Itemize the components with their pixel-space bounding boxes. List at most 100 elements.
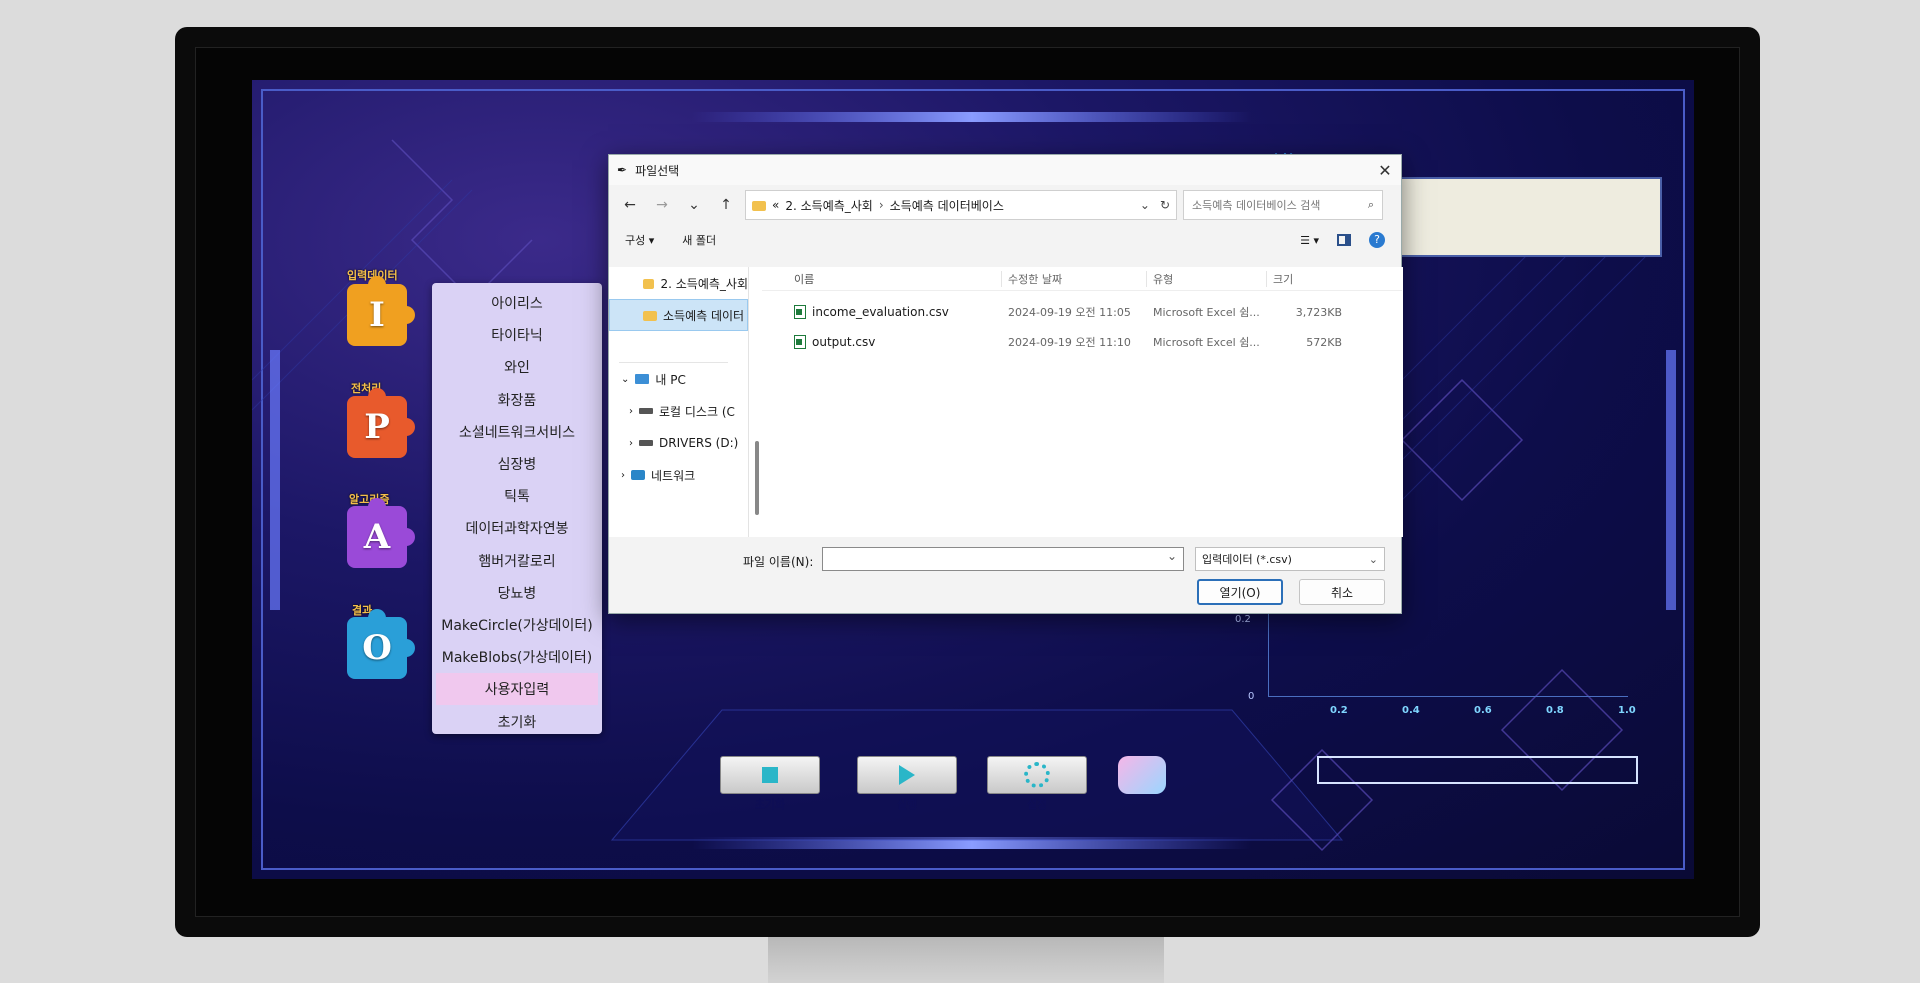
file-date: 2024-09-19 오전 11:10 bbox=[1008, 336, 1131, 349]
nav-divider bbox=[619, 331, 728, 363]
breadcrumb-separator: › bbox=[878, 198, 884, 212]
cancel-button[interactable]: 취소 bbox=[1299, 579, 1385, 605]
file-size: 572KB bbox=[1306, 335, 1342, 349]
drive-icon bbox=[639, 408, 653, 414]
play-icon bbox=[899, 765, 915, 785]
nav-item-network[interactable]: › 네트워크 bbox=[609, 459, 748, 491]
file-open-dialog: ✒ 파일선택 ✕ ← → ⌄ ↑ « 2. 소득예측_사회 › 소득예측 데이터… bbox=[608, 154, 1403, 614]
filetype-select[interactable]: 입력데이터 (*.csv) ⌄ bbox=[1195, 547, 1385, 571]
menu-item-reset[interactable]: 초기화 bbox=[436, 705, 598, 737]
csv-file-icon bbox=[794, 335, 806, 349]
nav-item-label: DRIVERS (D:) bbox=[659, 436, 739, 450]
menu-item-sns[interactable]: 소셜네트워크서비스 bbox=[436, 416, 598, 448]
refresh-icon[interactable]: ↻ bbox=[1160, 198, 1170, 212]
nav-item-label: 로컬 디스크 (C bbox=[659, 404, 735, 419]
x-tick: 0.4 bbox=[1402, 705, 1420, 716]
chevron-right-icon: › bbox=[621, 469, 625, 481]
folder-icon bbox=[643, 279, 655, 289]
menu-item-tiktok[interactable]: 틱톡 bbox=[436, 480, 598, 512]
network-icon bbox=[631, 470, 645, 480]
run-button-label: 실행 bbox=[896, 798, 918, 811]
file-row[interactable]: income_evaluation.csv 2024-09-19 오전 11:0… bbox=[762, 297, 1402, 327]
column-name[interactable]: 이름 bbox=[762, 270, 1002, 287]
reset-button[interactable] bbox=[720, 756, 820, 794]
chevron-down-icon[interactable]: ⌄ bbox=[1140, 198, 1150, 212]
nav-item-folder[interactable]: 2. 소득예측_사회 bbox=[609, 267, 748, 299]
menu-item-wine[interactable]: 와인 bbox=[436, 351, 598, 383]
file-name-cell: income_evaluation.csv bbox=[762, 305, 1002, 319]
menu-item-iris[interactable]: 아이리스 bbox=[436, 287, 598, 319]
open-button[interactable]: 열기(O) bbox=[1197, 579, 1283, 605]
stop-icon bbox=[762, 767, 778, 783]
dialog-toolbar: 구성 ▾ 새 폴더 ☰ ▾ ? bbox=[609, 225, 1401, 255]
folder-icon bbox=[752, 201, 766, 211]
y-tick: 0 bbox=[1248, 691, 1255, 702]
up-arrow-icon[interactable]: ↑ bbox=[713, 192, 739, 218]
column-size[interactable]: 크기 bbox=[1267, 271, 1342, 287]
menu-item-user-input[interactable]: 사용자입력 bbox=[436, 673, 598, 706]
mascot-puzzle-icon bbox=[1118, 756, 1166, 794]
settings-button[interactable] bbox=[987, 756, 1087, 794]
column-date[interactable]: 수정한 날짜 bbox=[1002, 270, 1147, 287]
drive-icon bbox=[639, 440, 653, 446]
nav-item-drivers[interactable]: › DRIVERS (D:) bbox=[609, 427, 748, 459]
csv-file-icon bbox=[794, 305, 806, 319]
preprocess-puzzle-icon[interactable]: P bbox=[347, 388, 415, 458]
output-puzzle-icon[interactable]: O bbox=[347, 609, 415, 679]
file-name: output.csv bbox=[812, 335, 876, 349]
breadcrumb-item[interactable]: 2. 소득예측_사회 bbox=[785, 197, 873, 214]
file-list-header: 이름 수정한 날짜 유형 크기 bbox=[762, 267, 1402, 291]
breadcrumb-item[interactable]: 소득예측 데이터베이스 bbox=[890, 197, 1004, 214]
input-data-puzzle-icon[interactable]: I bbox=[347, 276, 415, 346]
view-options-icon[interactable]: ☰ ▾ bbox=[1300, 234, 1319, 247]
monitor-stand bbox=[768, 937, 1164, 983]
nav-item-folder-selected[interactable]: 소득예측 데이터 bbox=[609, 299, 748, 331]
accuracy-display bbox=[1390, 177, 1662, 257]
chevron-right-icon: › bbox=[629, 437, 633, 449]
menu-item-heart-disease[interactable]: 심장병 bbox=[436, 448, 598, 480]
file-type: Microsoft Excel 쉼... bbox=[1153, 306, 1260, 319]
nav-item-this-pc[interactable]: ⌄ 내 PC bbox=[609, 363, 748, 395]
chevron-down-icon: ⌄ bbox=[1368, 552, 1378, 566]
settings-button-label: 설정 bbox=[1026, 798, 1048, 811]
back-arrow-icon[interactable]: ← bbox=[617, 192, 643, 218]
x-tick: 0.6 bbox=[1474, 705, 1492, 716]
filetype-value: 입력데이터 (*.csv) bbox=[1202, 553, 1292, 566]
menu-item-data-scientist-salary[interactable]: 데이터과학자연봉 bbox=[436, 512, 598, 544]
menu-item-diabetes[interactable]: 당뇨병 bbox=[436, 577, 598, 609]
new-folder-button[interactable]: 새 폴더 bbox=[682, 232, 716, 248]
file-row[interactable]: output.csv 2024-09-19 오전 11:10 Microsoft… bbox=[762, 327, 1402, 357]
folder-icon bbox=[643, 311, 657, 321]
nav-item-local-disk[interactable]: › 로컬 디스크 (C bbox=[609, 395, 748, 427]
menu-item-cosmetics[interactable]: 화장품 bbox=[436, 384, 598, 416]
menu-item-make-circle[interactable]: MakeCircle(가상데이터) bbox=[436, 609, 598, 641]
menu-item-make-blobs[interactable]: MakeBlobs(가상데이터) bbox=[436, 641, 598, 673]
x-tick: 0.2 bbox=[1330, 705, 1348, 716]
menu-item-burger-calories[interactable]: 햄버거칼로리 bbox=[436, 545, 598, 577]
dialog-body: 2. 소득예측_사회 소득예측 데이터 ⌄ 내 PC › 로컬 디스크 (C ›… bbox=[609, 267, 1403, 537]
close-icon[interactable]: ✕ bbox=[1369, 155, 1401, 185]
dialog-navbar: ← → ⌄ ↑ « 2. 소득예측_사회 › 소득예측 데이터베이스 ⌄ ↻ 소… bbox=[609, 185, 1401, 225]
column-type[interactable]: 유형 bbox=[1147, 270, 1267, 287]
organize-button[interactable]: 구성 ▾ bbox=[625, 232, 654, 248]
search-input[interactable]: 소득예측 데이터베이스 검색 ⌕ bbox=[1183, 190, 1383, 220]
algorithm-puzzle-icon[interactable]: A bbox=[347, 498, 415, 568]
puzzle-letter: P bbox=[364, 407, 390, 447]
address-bar[interactable]: « 2. 소득예측_사회 › 소득예측 데이터베이스 ⌄ ↻ bbox=[745, 190, 1177, 220]
nav-item-label: 네트워크 bbox=[651, 468, 696, 483]
filename-label: 파일 이름(N): bbox=[743, 555, 814, 569]
filename-input[interactable] bbox=[822, 547, 1184, 571]
recent-dropdown-icon[interactable]: ⌄ bbox=[681, 192, 707, 218]
dataset-dropdown-menu: 아이리스 타이타닉 와인 화장품 소셜네트워크서비스 심장병 틱톡 데이터과학자… bbox=[432, 283, 602, 734]
menu-item-titanic[interactable]: 타이타닉 bbox=[436, 319, 598, 351]
chevron-down-icon: ⌄ bbox=[621, 373, 630, 385]
forward-arrow-icon[interactable]: → bbox=[649, 192, 675, 218]
help-icon[interactable]: ? bbox=[1369, 232, 1385, 248]
result-output-box bbox=[1317, 756, 1638, 784]
run-button[interactable] bbox=[857, 756, 957, 794]
navigation-pane: 2. 소득예측_사회 소득예측 데이터 ⌄ 내 PC › 로컬 디스크 (C ›… bbox=[609, 267, 749, 537]
preview-pane-icon[interactable] bbox=[1337, 234, 1351, 246]
nav-pane-scrollbar[interactable] bbox=[755, 441, 759, 515]
nav-item-label: 소득예측 데이터 bbox=[663, 308, 745, 323]
puzzle-letter: A bbox=[363, 517, 391, 557]
